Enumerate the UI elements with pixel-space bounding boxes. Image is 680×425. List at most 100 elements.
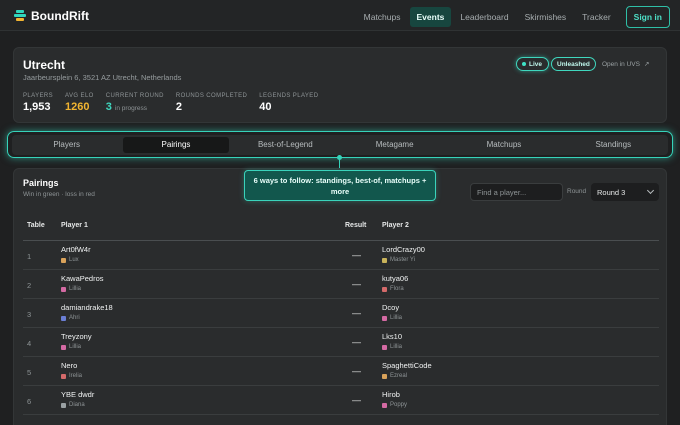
- legend-icon: [61, 286, 66, 292]
- legend-name: Lillia: [69, 286, 82, 292]
- player-name[interactable]: kutya06: [382, 274, 408, 283]
- legend-tag: Ahri: [61, 315, 113, 321]
- table-number: 1: [27, 252, 32, 261]
- player-name[interactable]: LordCrazy00: [382, 245, 425, 254]
- tab-matchups[interactable]: Matchups: [451, 137, 556, 153]
- nav-link-leaderboard[interactable]: Leaderboard: [453, 7, 515, 27]
- player-1-cell: damiandrake18 Ahri: [61, 303, 113, 321]
- brand-logo[interactable]: BoundRift: [14, 9, 89, 23]
- legend-tag: Flora: [382, 286, 408, 292]
- nav-link-events[interactable]: Events: [409, 7, 452, 27]
- brand-name: BoundRift: [31, 9, 89, 23]
- legend-name: Diana: [69, 402, 85, 408]
- legend-name: Ezreal: [390, 373, 408, 379]
- legend-icon: [382, 402, 387, 408]
- table-row[interactable]: 6 YBE dwdr Diana — Hirob Poppy: [23, 386, 659, 415]
- event-header-card: Utrecht Jaarbeursplein 6, 3521 AZ Utrech…: [13, 47, 667, 123]
- legend-name: Lillia: [69, 344, 82, 350]
- stat-value: 2: [175, 101, 182, 113]
- tab-standings[interactable]: Standings: [561, 137, 666, 153]
- player-search-input[interactable]: [470, 183, 563, 201]
- nav-link-matchups[interactable]: Matchups: [357, 7, 408, 27]
- legend-tag: Irelia: [61, 373, 82, 379]
- stat-value: 1,953: [23, 101, 51, 113]
- player-1-cell: KawaPedros Lillia: [61, 274, 104, 292]
- table-row[interactable]: 4 Treyzony Lillia — Lks10 Lillia: [23, 328, 659, 357]
- player-2-cell: Hirob Poppy: [382, 390, 407, 408]
- stat-rounds-completed: ROUNDS COMPLETED 2: [176, 93, 247, 113]
- player-2-cell: SpaghettiCode Ezreal: [382, 361, 432, 379]
- match-result: —: [352, 366, 361, 376]
- stat-value: 1260: [65, 101, 90, 113]
- table-row[interactable]: 1 Art0fW4r Lux — LordCrazy00 Master Yi: [23, 241, 659, 270]
- legend-name: Lux: [69, 257, 79, 263]
- nav-link-skirmishes[interactable]: Skirmishes: [518, 7, 574, 27]
- event-stats: PLAYERS 1,953 AVG ELO 1260 CURRENT ROUND…: [23, 93, 318, 113]
- callout-anchor-dot: [337, 155, 342, 160]
- legend-icon: [382, 257, 387, 263]
- legend-icon: [382, 315, 387, 321]
- nav-links: Matchups Events Leaderboard Skirmishes T…: [355, 6, 670, 28]
- player-2-cell: LordCrazy00 Master Yi: [382, 245, 425, 263]
- legend-tag: Lillia: [382, 344, 402, 350]
- stat-legends-played: LEGENDS PLAYED 40: [259, 93, 318, 113]
- event-tabs: Players Pairings Best-of-Legend Metagame…: [12, 135, 668, 155]
- legend-tag: Lux: [61, 257, 91, 263]
- player-name[interactable]: Lks10: [382, 332, 402, 341]
- player-name[interactable]: Treyzony: [61, 332, 92, 341]
- player-name[interactable]: KawaPedros: [61, 274, 104, 283]
- legend-tag: Poppy: [382, 402, 407, 408]
- nav-link-tracker[interactable]: Tracker: [575, 7, 618, 27]
- stat-label: LEGENDS PLAYED: [259, 93, 319, 99]
- legend-tag: Lillia: [382, 315, 402, 321]
- feature-callout: 6 ways to follow: standings, best-of, ma…: [244, 170, 436, 201]
- table-row[interactable]: 3 damiandrake18 Ahri — Dcoy Lillia: [23, 299, 659, 328]
- legend-tag: Ezreal: [382, 373, 432, 379]
- stat-avg-elo: AVG ELO 1260: [65, 93, 94, 113]
- live-dot-icon: [522, 62, 526, 66]
- legend-name: Master Yi: [390, 257, 416, 263]
- player-name[interactable]: damiandrake18: [61, 303, 113, 312]
- match-result: —: [352, 279, 361, 289]
- stat-label: ROUNDS COMPLETED: [175, 93, 248, 99]
- legend-icon: [61, 402, 66, 408]
- sign-in-button[interactable]: Sign in: [625, 6, 670, 28]
- player-name[interactable]: YBE dwdr: [61, 390, 94, 399]
- pairings-subtitle: Win in green · loss in red: [23, 191, 95, 198]
- player-1-cell: Art0fW4r Lux: [61, 245, 91, 263]
- stat-players: PLAYERS 1,953: [23, 93, 53, 113]
- table-number: 4: [27, 339, 32, 348]
- player-2-cell: Lks10 Lillia: [382, 332, 402, 350]
- player-2-cell: Dcoy Lillia: [382, 303, 402, 321]
- live-badge-label: Live: [529, 60, 543, 68]
- table-number: 5: [27, 368, 32, 377]
- tab-best-of-legend[interactable]: Best-of-Legend: [233, 137, 338, 153]
- legend-name: Lillia: [390, 315, 403, 321]
- match-result: —: [352, 337, 361, 347]
- legend-icon: [61, 257, 66, 263]
- legend-tag: Lillia: [61, 344, 92, 350]
- round-select-value: Round 3: [597, 187, 626, 197]
- round-select[interactable]: Round 3: [591, 183, 659, 201]
- open-in-uvs-label: Open in UVS: [602, 61, 640, 68]
- tab-metagame[interactable]: Metagame: [342, 137, 447, 153]
- legend-name: Ahri: [69, 315, 80, 321]
- player-name[interactable]: SpaghettiCode: [382, 361, 432, 370]
- table-number: 3: [27, 310, 32, 319]
- column-header-player-1: Player 1: [61, 222, 88, 229]
- player-1-cell: Treyzony Lillia: [61, 332, 92, 350]
- open-in-uvs-link[interactable]: Open in UVS ↗: [602, 60, 649, 68]
- player-name[interactable]: Hirob: [382, 390, 407, 399]
- table-row[interactable]: 2 KawaPedros Lillia — kutya06 Flora: [23, 270, 659, 299]
- round-label: Round: [567, 188, 587, 195]
- legend-name: Lillia: [390, 344, 403, 350]
- table-row[interactable]: 5 Nero Irelia — SpaghettiCode Ezreal: [23, 357, 659, 386]
- tab-players[interactable]: Players: [14, 137, 119, 153]
- stat-value: 3 in progress: [106, 101, 164, 113]
- match-result: —: [352, 250, 361, 260]
- tab-pairings[interactable]: Pairings: [123, 137, 229, 153]
- player-name[interactable]: Art0fW4r: [61, 245, 91, 254]
- match-result: —: [352, 395, 361, 405]
- player-name[interactable]: Nero: [61, 361, 82, 370]
- player-name[interactable]: Dcoy: [382, 303, 402, 312]
